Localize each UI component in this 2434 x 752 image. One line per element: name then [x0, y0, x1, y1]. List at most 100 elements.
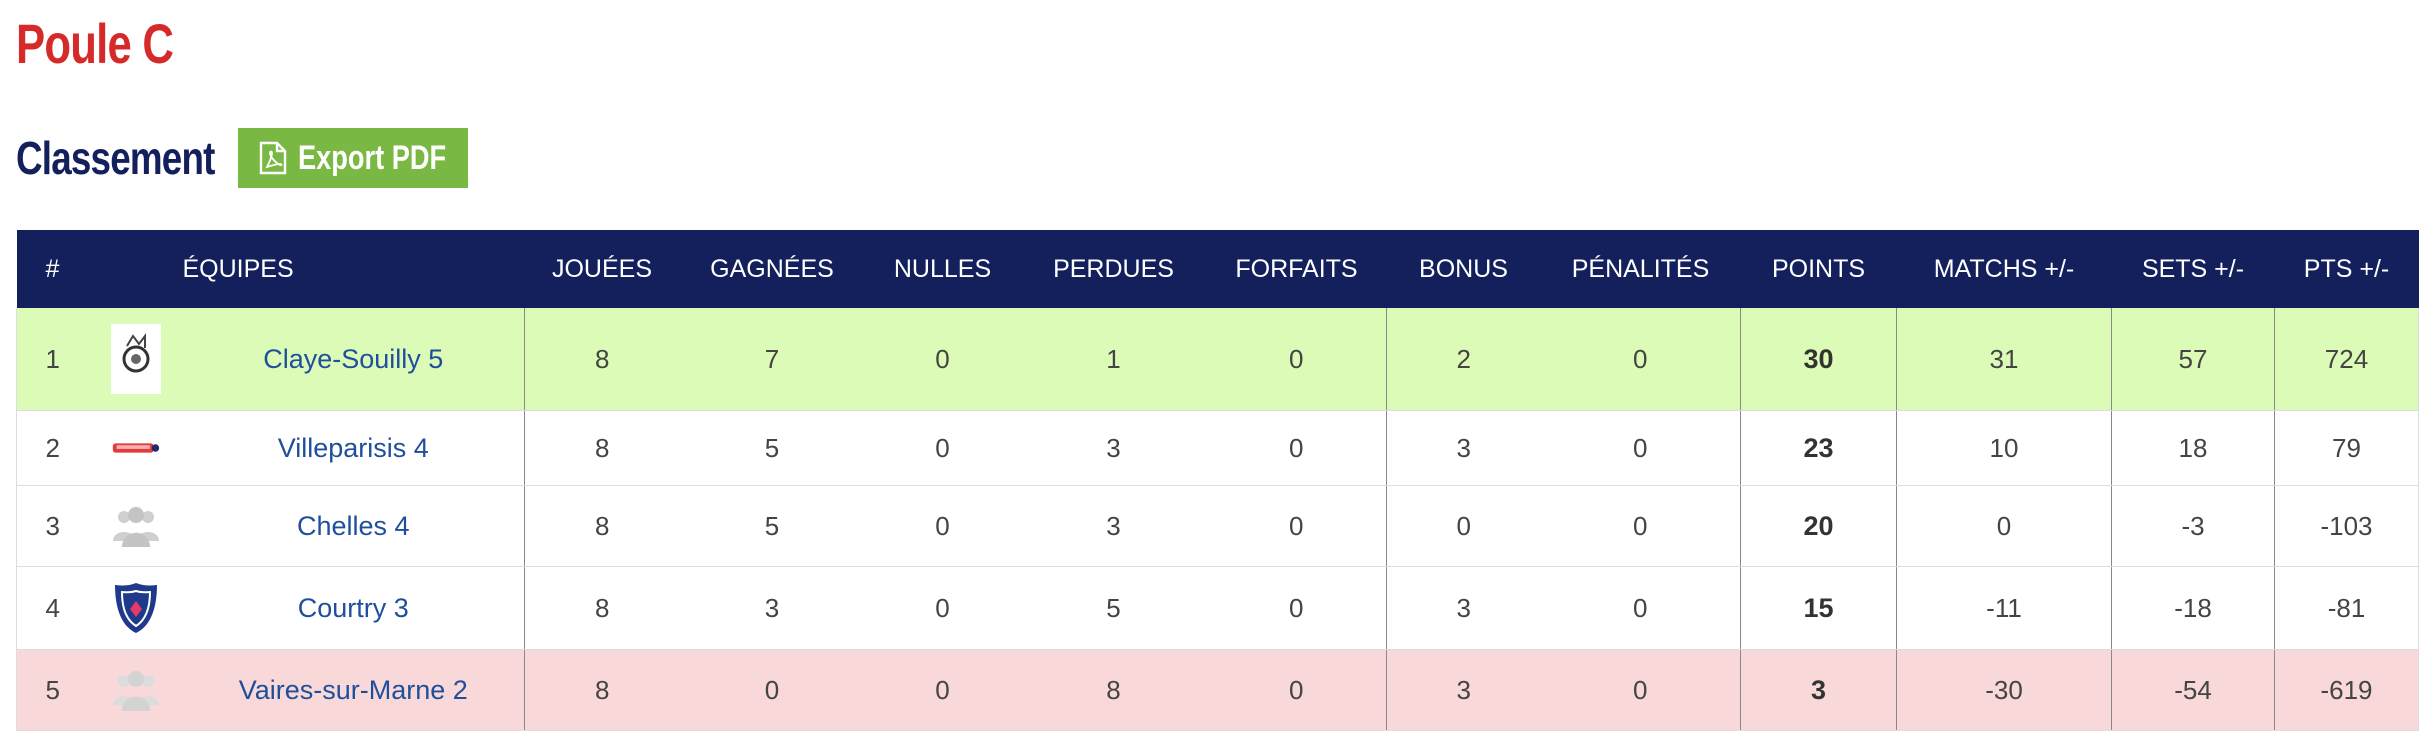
- club-crest-icon: [110, 324, 161, 394]
- header-played: JOUÉES: [524, 230, 680, 308]
- matches-diff-cell: 10: [1896, 410, 2112, 486]
- points-cell: 15: [1740, 566, 1897, 650]
- table-header-row: # ÉQUIPES JOUÉES GAGNÉES NULLES PERDUES …: [16, 230, 2419, 308]
- penalties-cell: 0: [1540, 410, 1741, 486]
- pdf-file-icon: [259, 141, 287, 175]
- forfeits-cell: 0: [1206, 410, 1387, 486]
- won-cell: 0: [679, 649, 865, 731]
- drawn-cell: 0: [864, 308, 1021, 411]
- drawn-cell: 0: [864, 485, 1021, 567]
- sets-diff-cell: -18: [2111, 566, 2275, 650]
- won-cell: 5: [679, 410, 865, 486]
- team-link[interactable]: Villeparisis 4: [278, 433, 429, 463]
- header-penalties: PÉNALITÉS: [1540, 230, 1741, 308]
- penalties-cell: 0: [1540, 485, 1741, 567]
- team-link[interactable]: Courtry 3: [298, 593, 409, 623]
- pts-diff-cell: 79: [2274, 410, 2419, 486]
- lost-cell: 3: [1020, 410, 1207, 486]
- standings-table: # ÉQUIPES JOUÉES GAGNÉES NULLES PERDUES …: [16, 230, 2419, 731]
- team-link[interactable]: Claye-Souilly 5: [263, 344, 443, 374]
- header-sets-diff: SETS +/-: [2111, 230, 2275, 308]
- logo-cell: [88, 410, 183, 486]
- played-cell: 8: [524, 649, 680, 731]
- drawn-cell: 0: [864, 649, 1021, 731]
- team-cell: Villeparisis 4: [182, 410, 525, 486]
- won-cell: 7: [679, 308, 865, 411]
- logo-cell: [88, 649, 183, 731]
- forfeits-cell: 0: [1206, 308, 1387, 411]
- lost-cell: 1: [1020, 308, 1207, 411]
- forfeits-cell: 0: [1206, 485, 1387, 567]
- points-cell: 3: [1740, 649, 1897, 731]
- drawn-cell: 0: [864, 410, 1021, 486]
- matches-diff-cell: -30: [1896, 649, 2112, 731]
- header-logo: [88, 230, 183, 308]
- group-placeholder-icon: [111, 655, 161, 725]
- header-lost: PERDUES: [1020, 230, 1207, 308]
- pool-title: Poule C: [16, 12, 174, 75]
- header-forfeits: FORFAITS: [1206, 230, 1387, 308]
- played-cell: 8: [524, 485, 680, 567]
- group-placeholder-icon: [111, 491, 161, 561]
- sets-diff-cell: 57: [2111, 308, 2275, 411]
- lost-cell: 3: [1020, 485, 1207, 567]
- pts-diff-cell: -619: [2274, 649, 2419, 731]
- rank-cell: 4: [16, 566, 89, 650]
- logo-cell: [88, 308, 183, 411]
- header-won: GAGNÉES: [679, 230, 865, 308]
- points-cell: 20: [1740, 485, 1897, 567]
- table-row: 3 Chelles 4 8 5 0 3 0 0 0 20 0 -3 -103: [16, 485, 2419, 567]
- header-points: POINTS: [1740, 230, 1897, 308]
- pts-diff-cell: -81: [2274, 566, 2419, 650]
- team-link[interactable]: Chelles 4: [297, 511, 410, 541]
- header-team: ÉQUIPES: [182, 230, 525, 308]
- drawn-cell: 0: [864, 566, 1021, 650]
- table-row: 5 Vaires-sur-Marne 2 8 0 0 8 0 3 0 3 -30…: [16, 649, 2419, 731]
- bonus-cell: 3: [1386, 649, 1541, 731]
- table-row: 4 Courtry 3 8 3 0 5 0 3 0 15 -11 -18 -81: [16, 566, 2419, 650]
- team-link[interactable]: Vaires-sur-Marne 2: [239, 675, 468, 705]
- header-rank: #: [16, 230, 89, 308]
- pts-diff-cell: 724: [2274, 308, 2419, 411]
- lost-cell: 8: [1020, 649, 1207, 731]
- table-row: 1 Claye-Souilly 5 8 7 0 1 0 2 0 30 31 57…: [16, 308, 2419, 411]
- team-cell: Vaires-sur-Marne 2: [182, 649, 525, 731]
- sets-diff-cell: 18: [2111, 410, 2275, 486]
- penalties-cell: 0: [1540, 308, 1741, 411]
- won-cell: 3: [679, 566, 865, 650]
- forfeits-cell: 0: [1206, 566, 1387, 650]
- shield-crest-icon: [111, 573, 161, 643]
- standings-header: Classement Export PDF: [16, 128, 468, 188]
- played-cell: 8: [524, 566, 680, 650]
- header-drawn: NULLES: [864, 230, 1021, 308]
- team-cell: Claye-Souilly 5: [182, 308, 525, 411]
- rank-cell: 5: [16, 649, 89, 731]
- bonus-cell: 3: [1386, 566, 1541, 650]
- rank-cell: 3: [16, 485, 89, 567]
- sets-diff-cell: -54: [2111, 649, 2275, 731]
- export-pdf-button[interactable]: Export PDF: [238, 128, 468, 188]
- penalties-cell: 0: [1540, 649, 1741, 731]
- lost-cell: 5: [1020, 566, 1207, 650]
- points-cell: 23: [1740, 410, 1897, 486]
- won-cell: 5: [679, 485, 865, 567]
- standings-title: Classement: [16, 132, 215, 184]
- penalties-cell: 0: [1540, 566, 1741, 650]
- forfeits-cell: 0: [1206, 649, 1387, 731]
- matches-diff-cell: 0: [1896, 485, 2112, 567]
- played-cell: 8: [524, 410, 680, 486]
- rank-cell: 2: [16, 410, 89, 486]
- rank-cell: 1: [16, 308, 89, 411]
- bonus-cell: 2: [1386, 308, 1541, 411]
- export-pdf-label: Export PDF: [298, 138, 447, 177]
- club-banner-icon: [111, 413, 161, 483]
- logo-cell: [88, 566, 183, 650]
- table-row: 2 Villeparisis 4 8 5 0 3 0 3 0 23 10 18: [16, 410, 2419, 486]
- sets-diff-cell: -3: [2111, 485, 2275, 567]
- team-cell: Chelles 4: [182, 485, 525, 567]
- matches-diff-cell: 31: [1896, 308, 2112, 411]
- header-pts-diff: PTS +/-: [2274, 230, 2419, 308]
- points-cell: 30: [1740, 308, 1897, 411]
- matches-diff-cell: -11: [1896, 566, 2112, 650]
- header-matches-diff: MATCHS +/-: [1896, 230, 2112, 308]
